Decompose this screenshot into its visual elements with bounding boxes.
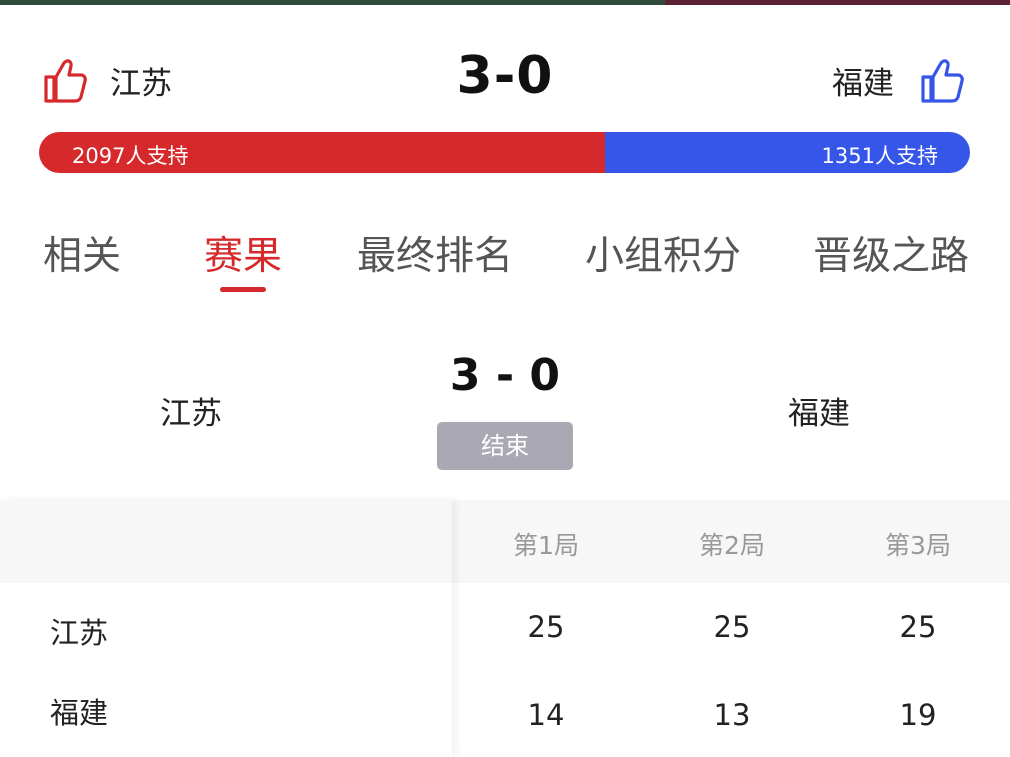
row-team-home: 江苏: [50, 616, 109, 650]
table-cell: 25: [899, 610, 937, 644]
summary-away-team: 福建: [788, 396, 850, 432]
home-support-label: 2097人支持: [72, 144, 189, 168]
match-summary[interactable]: 江苏 3 - 0 福建 结束: [0, 350, 1010, 480]
home-support-segment[interactable]: 2097人支持: [39, 132, 606, 173]
top-strip-left: [0, 0, 665, 5]
table-cell: 19: [899, 698, 937, 732]
tab-results[interactable]: 赛果: [204, 225, 282, 281]
active-tab-indicator: [220, 287, 266, 292]
away-support-label: 1351人支持: [821, 144, 938, 168]
away-team-name: 福建: [832, 66, 894, 102]
team-column: 江苏 福建: [0, 500, 452, 757]
table-cell: 25: [527, 610, 565, 644]
away-support-segment[interactable]: 1351人支持: [605, 132, 970, 173]
tab-final-ranking[interactable]: 最终排名: [357, 225, 513, 281]
table-cell: 25: [713, 610, 751, 644]
tab-related[interactable]: 相关: [43, 225, 121, 281]
top-status-strip: [0, 0, 1010, 5]
set-scores-table: 江苏 福建 第1局 第2局 第3局 25 25 25 14 13 19: [0, 500, 1010, 757]
table-cell: 14: [527, 698, 565, 732]
match-header: 江苏 3-0 福建: [0, 40, 1010, 120]
set-1-header: 第1局: [513, 531, 579, 560]
row-team-away: 福建: [50, 696, 109, 730]
status-badge: 结束: [437, 422, 573, 470]
team-column-header: [0, 500, 452, 583]
support-bar[interactable]: 2097人支持 1351人支持: [39, 132, 970, 173]
table-cell: 13: [713, 698, 751, 732]
tab-group-points[interactable]: 小组积分: [585, 225, 741, 281]
away-thumbs-up-icon[interactable]: [917, 55, 967, 105]
tab-advancement-path[interactable]: 晋级之路: [813, 225, 969, 281]
set-2-header: 第2局: [699, 531, 765, 560]
top-strip-right: [665, 0, 1010, 5]
tab-bar: 相关 赛果 最终排名 小组积分 晋级之路: [0, 225, 1010, 295]
set-3-header: 第3局: [885, 531, 951, 560]
summary-score: 3 - 0: [449, 350, 561, 401]
